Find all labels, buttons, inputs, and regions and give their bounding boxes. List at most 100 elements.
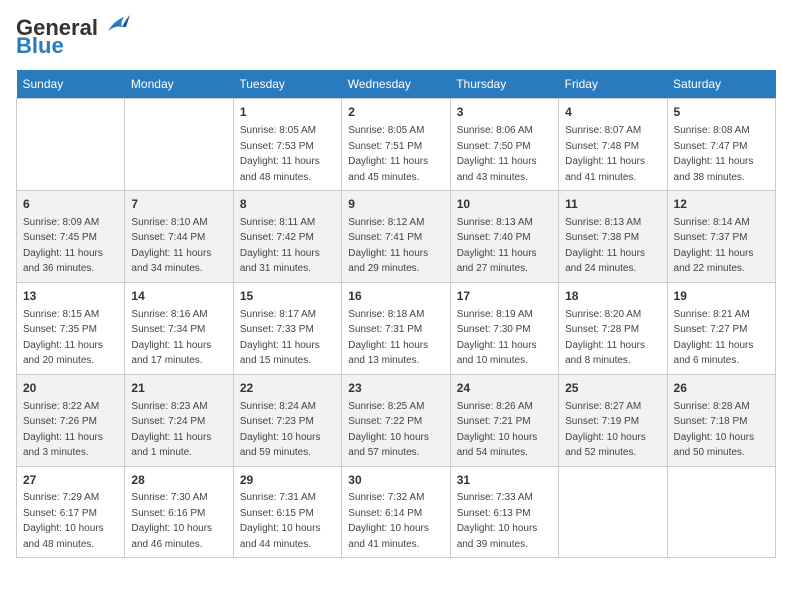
day-info: Sunrise: 8:24 AMSunset: 7:23 PMDaylight:… xyxy=(240,401,321,459)
day-info: Sunrise: 8:19 AMSunset: 7:30 PMDaylight:… xyxy=(457,309,537,367)
calendar-cell: 26 Sunrise: 8:28 AMSunset: 7:18 PMDaylig… xyxy=(667,374,775,466)
day-number: 16 xyxy=(348,288,443,305)
calendar-cell: 24 Sunrise: 8:26 AMSunset: 7:21 PMDaylig… xyxy=(450,374,558,466)
calendar-cell xyxy=(559,466,667,558)
calendar-cell: 31 Sunrise: 7:33 AMSunset: 6:13 PMDaylig… xyxy=(450,466,558,558)
calendar-cell: 6 Sunrise: 8:09 AMSunset: 7:45 PMDayligh… xyxy=(17,191,125,283)
logo: General Blue xyxy=(16,16,130,58)
page-header: General Blue xyxy=(16,16,776,58)
day-of-week-header: Sunday xyxy=(17,70,125,99)
calendar-cell: 22 Sunrise: 8:24 AMSunset: 7:23 PMDaylig… xyxy=(233,374,341,466)
day-info: Sunrise: 8:07 AMSunset: 7:48 PMDaylight:… xyxy=(565,125,645,183)
day-info: Sunrise: 8:15 AMSunset: 7:35 PMDaylight:… xyxy=(23,309,103,367)
calendar-cell: 23 Sunrise: 8:25 AMSunset: 7:22 PMDaylig… xyxy=(342,374,450,466)
day-number: 27 xyxy=(23,472,118,489)
day-number: 24 xyxy=(457,380,552,397)
logo-bird-icon xyxy=(100,13,130,39)
calendar-cell: 3 Sunrise: 8:06 AMSunset: 7:50 PMDayligh… xyxy=(450,99,558,191)
day-info: Sunrise: 8:23 AMSunset: 7:24 PMDaylight:… xyxy=(131,401,211,459)
calendar-cell: 15 Sunrise: 8:17 AMSunset: 7:33 PMDaylig… xyxy=(233,282,341,374)
day-info: Sunrise: 8:05 AMSunset: 7:53 PMDaylight:… xyxy=(240,125,320,183)
day-number: 28 xyxy=(131,472,226,489)
day-info: Sunrise: 8:14 AMSunset: 7:37 PMDaylight:… xyxy=(674,217,754,275)
day-number: 19 xyxy=(674,288,769,305)
day-info: Sunrise: 8:22 AMSunset: 7:26 PMDaylight:… xyxy=(23,401,103,459)
day-info: Sunrise: 8:08 AMSunset: 7:47 PMDaylight:… xyxy=(674,125,754,183)
day-of-week-header: Monday xyxy=(125,70,233,99)
logo-text-blue: Blue xyxy=(16,34,64,58)
day-number: 2 xyxy=(348,104,443,121)
calendar-cell: 28 Sunrise: 7:30 AMSunset: 6:16 PMDaylig… xyxy=(125,466,233,558)
calendar-cell: 2 Sunrise: 8:05 AMSunset: 7:51 PMDayligh… xyxy=(342,99,450,191)
day-info: Sunrise: 8:26 AMSunset: 7:21 PMDaylight:… xyxy=(457,401,538,459)
calendar-cell: 10 Sunrise: 8:13 AMSunset: 7:40 PMDaylig… xyxy=(450,191,558,283)
calendar-cell xyxy=(17,99,125,191)
day-of-week-header: Friday xyxy=(559,70,667,99)
day-info: Sunrise: 7:32 AMSunset: 6:14 PMDaylight:… xyxy=(348,492,429,550)
calendar-cell: 18 Sunrise: 8:20 AMSunset: 7:28 PMDaylig… xyxy=(559,282,667,374)
day-info: Sunrise: 8:21 AMSunset: 7:27 PMDaylight:… xyxy=(674,309,754,367)
day-number: 29 xyxy=(240,472,335,489)
day-number: 6 xyxy=(23,196,118,213)
calendar-cell: 16 Sunrise: 8:18 AMSunset: 7:31 PMDaylig… xyxy=(342,282,450,374)
day-number: 30 xyxy=(348,472,443,489)
day-number: 21 xyxy=(131,380,226,397)
day-info: Sunrise: 8:20 AMSunset: 7:28 PMDaylight:… xyxy=(565,309,645,367)
day-number: 1 xyxy=(240,104,335,121)
day-number: 25 xyxy=(565,380,660,397)
day-number: 13 xyxy=(23,288,118,305)
calendar-cell: 8 Sunrise: 8:11 AMSunset: 7:42 PMDayligh… xyxy=(233,191,341,283)
day-info: Sunrise: 8:09 AMSunset: 7:45 PMDaylight:… xyxy=(23,217,103,275)
day-info: Sunrise: 8:17 AMSunset: 7:33 PMDaylight:… xyxy=(240,309,320,367)
day-info: Sunrise: 8:13 AMSunset: 7:40 PMDaylight:… xyxy=(457,217,537,275)
day-number: 14 xyxy=(131,288,226,305)
calendar-cell: 19 Sunrise: 8:21 AMSunset: 7:27 PMDaylig… xyxy=(667,282,775,374)
day-of-week-header: Saturday xyxy=(667,70,775,99)
calendar-table: SundayMondayTuesdayWednesdayThursdayFrid… xyxy=(16,70,776,558)
day-number: 9 xyxy=(348,196,443,213)
day-info: Sunrise: 8:28 AMSunset: 7:18 PMDaylight:… xyxy=(674,401,755,459)
day-number: 8 xyxy=(240,196,335,213)
day-info: Sunrise: 7:29 AMSunset: 6:17 PMDaylight:… xyxy=(23,492,104,550)
calendar-cell xyxy=(125,99,233,191)
calendar-cell: 29 Sunrise: 7:31 AMSunset: 6:15 PMDaylig… xyxy=(233,466,341,558)
day-number: 12 xyxy=(674,196,769,213)
day-number: 23 xyxy=(348,380,443,397)
calendar-cell: 5 Sunrise: 8:08 AMSunset: 7:47 PMDayligh… xyxy=(667,99,775,191)
day-number: 10 xyxy=(457,196,552,213)
day-number: 20 xyxy=(23,380,118,397)
day-info: Sunrise: 8:11 AMSunset: 7:42 PMDaylight:… xyxy=(240,217,320,275)
day-number: 5 xyxy=(674,104,769,121)
day-of-week-header: Wednesday xyxy=(342,70,450,99)
day-number: 31 xyxy=(457,472,552,489)
day-info: Sunrise: 8:16 AMSunset: 7:34 PMDaylight:… xyxy=(131,309,211,367)
day-info: Sunrise: 8:13 AMSunset: 7:38 PMDaylight:… xyxy=(565,217,645,275)
calendar-cell: 1 Sunrise: 8:05 AMSunset: 7:53 PMDayligh… xyxy=(233,99,341,191)
day-info: Sunrise: 8:06 AMSunset: 7:50 PMDaylight:… xyxy=(457,125,537,183)
day-info: Sunrise: 7:33 AMSunset: 6:13 PMDaylight:… xyxy=(457,492,538,550)
calendar-cell: 25 Sunrise: 8:27 AMSunset: 7:19 PMDaylig… xyxy=(559,374,667,466)
calendar-cell: 20 Sunrise: 8:22 AMSunset: 7:26 PMDaylig… xyxy=(17,374,125,466)
day-number: 15 xyxy=(240,288,335,305)
day-number: 17 xyxy=(457,288,552,305)
calendar-cell xyxy=(667,466,775,558)
calendar-cell: 4 Sunrise: 8:07 AMSunset: 7:48 PMDayligh… xyxy=(559,99,667,191)
day-info: Sunrise: 7:31 AMSunset: 6:15 PMDaylight:… xyxy=(240,492,321,550)
day-number: 3 xyxy=(457,104,552,121)
calendar-cell: 30 Sunrise: 7:32 AMSunset: 6:14 PMDaylig… xyxy=(342,466,450,558)
day-number: 11 xyxy=(565,196,660,213)
day-number: 7 xyxy=(131,196,226,213)
calendar-cell: 17 Sunrise: 8:19 AMSunset: 7:30 PMDaylig… xyxy=(450,282,558,374)
day-info: Sunrise: 8:05 AMSunset: 7:51 PMDaylight:… xyxy=(348,125,428,183)
day-info: Sunrise: 8:27 AMSunset: 7:19 PMDaylight:… xyxy=(565,401,646,459)
day-info: Sunrise: 8:12 AMSunset: 7:41 PMDaylight:… xyxy=(348,217,428,275)
calendar-cell: 11 Sunrise: 8:13 AMSunset: 7:38 PMDaylig… xyxy=(559,191,667,283)
day-of-week-header: Tuesday xyxy=(233,70,341,99)
day-info: Sunrise: 8:18 AMSunset: 7:31 PMDaylight:… xyxy=(348,309,428,367)
day-of-week-header: Thursday xyxy=(450,70,558,99)
calendar-cell: 14 Sunrise: 8:16 AMSunset: 7:34 PMDaylig… xyxy=(125,282,233,374)
day-number: 26 xyxy=(674,380,769,397)
calendar-cell: 12 Sunrise: 8:14 AMSunset: 7:37 PMDaylig… xyxy=(667,191,775,283)
day-info: Sunrise: 8:25 AMSunset: 7:22 PMDaylight:… xyxy=(348,401,429,459)
day-info: Sunrise: 7:30 AMSunset: 6:16 PMDaylight:… xyxy=(131,492,212,550)
